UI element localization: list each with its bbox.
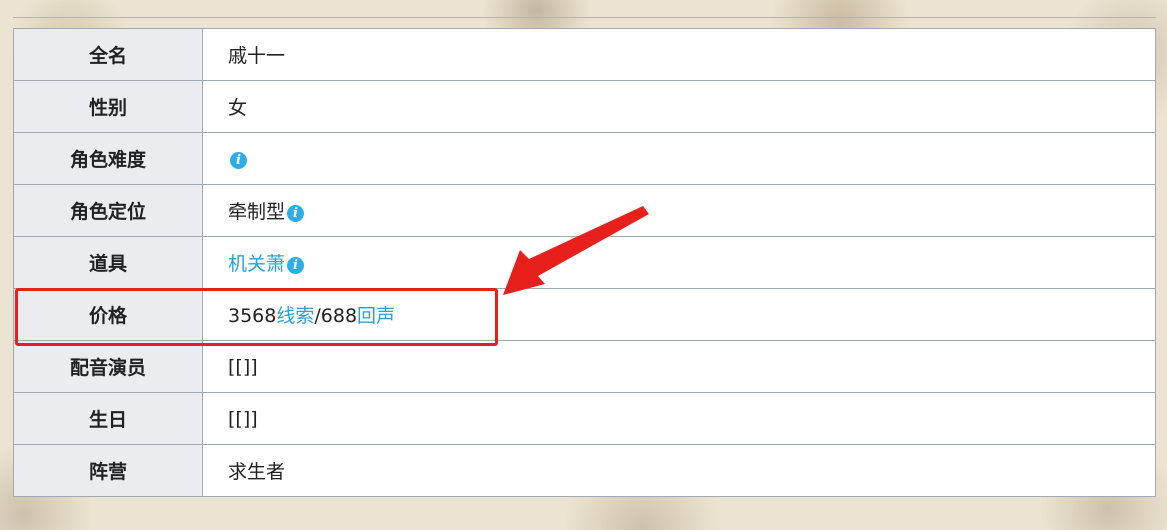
table-row-birthday: 生日 [[]] xyxy=(13,392,1156,445)
row-label: 角色定位 xyxy=(13,184,203,237)
info-icon[interactable]: i xyxy=(230,151,247,169)
top-divider xyxy=(13,17,1156,18)
table-row-full-name: 全名 戚十一 xyxy=(13,28,1156,81)
row-value: 机关萧 i xyxy=(202,236,1156,289)
table-row-faction: 阵营 求生者 xyxy=(13,444,1156,497)
table-row-voice-actor: 配音演员 [[]] xyxy=(13,340,1156,393)
row-label: 配音演员 xyxy=(13,340,203,393)
row-value: 3568线索/688回声 xyxy=(202,288,1156,341)
table-row-price: 价格 3568线索/688回声 xyxy=(13,288,1156,341)
row-label: 阵营 xyxy=(13,444,203,497)
row-value: 牵制型 i xyxy=(202,184,1156,237)
row-value: [[]] xyxy=(202,392,1156,445)
echo-link[interactable]: 回声 xyxy=(357,305,395,327)
table-row-item: 道具 机关萧 i xyxy=(13,236,1156,289)
row-value: 女 xyxy=(202,80,1156,133)
row-label: 价格 xyxy=(13,288,203,341)
item-link[interactable]: 机关萧 xyxy=(228,253,285,275)
row-label: 道具 xyxy=(13,236,203,289)
row-label: 全名 xyxy=(13,28,203,81)
table-row-gender: 性别 女 xyxy=(13,80,1156,133)
row-value: 求生者 xyxy=(202,444,1156,497)
row-label: 生日 xyxy=(13,392,203,445)
clue-amount: 3568 xyxy=(228,305,277,327)
role-text: 牵制型 xyxy=(228,201,286,223)
row-value: [[]] xyxy=(202,340,1156,393)
row-label: 性别 xyxy=(13,80,203,133)
character-info-table: 全名 戚十一 性别 女 角色难度 i 角色定位 牵制型 i 道具 机关萧 i 价格 xyxy=(13,28,1156,497)
clue-link[interactable]: 线索 xyxy=(276,305,314,327)
table-row-difficulty: 角色难度 i xyxy=(13,132,1156,185)
row-value: 戚十一 xyxy=(202,28,1156,81)
info-icon[interactable]: i xyxy=(287,205,305,222)
row-label: 角色难度 xyxy=(13,132,203,185)
table-row-role: 角色定位 牵制型 i xyxy=(13,184,1156,237)
echo-amount: 688 xyxy=(320,305,358,327)
info-icon[interactable]: i xyxy=(287,257,305,274)
row-value: i xyxy=(202,132,1156,185)
